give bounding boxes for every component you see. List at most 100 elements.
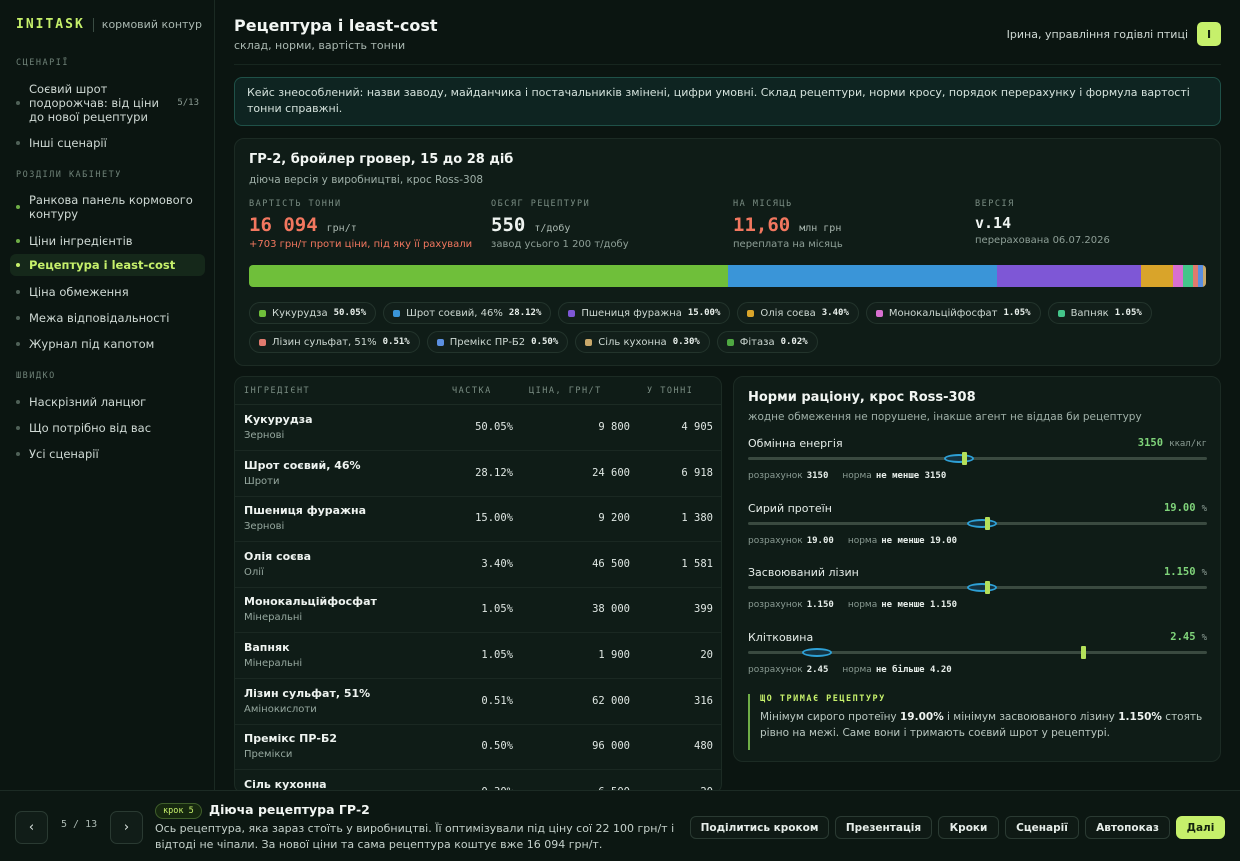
legend-swatch <box>875 309 883 317</box>
table-row[interactable]: Монокальційфосфат Мінеральні 1.05% 38 000 39… <box>235 587 721 634</box>
norm-value-number: 1.150 <box>1163 566 1196 578</box>
sidebar-item-other-scenarios[interactable]: Інші сценарії <box>10 132 205 154</box>
sidebar-item-end-to-end[interactable]: Наскрізний ланцюг <box>10 391 205 413</box>
sidebar-item-what-needed[interactable]: Що потрібно від вас <box>10 417 205 439</box>
main-content: Рецептура і least-cost склад, норми, вар… <box>215 0 1240 794</box>
legend-percent: 0.50% <box>531 337 559 347</box>
legend-item[interactable]: Шрот соєвий, 46% 28.12% <box>383 302 552 324</box>
ingredient-name: Кукурудза <box>244 413 313 426</box>
sidebar-item-all-scenarios[interactable]: Усі сценарії <box>10 443 205 465</box>
stat-ton-cost: ВАРТІСТЬ ТОННИ 16 094 грн/т +703 грн/т пр… <box>249 199 472 250</box>
ingredient-category: Мінеральні <box>244 612 303 624</box>
stat-note: завод усього 1 200 т/добу <box>491 239 629 250</box>
ingredient-name: Премікс ПР-Б2 <box>244 732 337 746</box>
sidebar-item-label: Журнал під капотом <box>29 337 155 351</box>
table-row[interactable]: Шрот соєвий, 46% Шроти 28.12% 24 600 6 918 <box>235 451 721 497</box>
sidebar-item-scenario[interactable]: Соєвий шрот подорожчав: від ціни до ново… <box>10 78 205 128</box>
norm-value-number: 3150 <box>1137 437 1164 449</box>
ingredient-category: Олії <box>244 566 264 578</box>
legend-swatch <box>1057 309 1065 317</box>
steps-button[interactable]: Кроки <box>938 816 999 839</box>
legend-item[interactable]: Вапняк 1.05% <box>1047 302 1152 324</box>
note-title: ЩО ТРИМАЄ РЕЦЕПТУРУ <box>760 694 886 704</box>
autoplay-button[interactable]: Автопоказ <box>1085 816 1170 839</box>
next-step-arrow-button[interactable]: › <box>110 811 143 844</box>
table-header: ІНГРЕДІЄНТ ЧАСТКА ЦІНА, ГРН/Т У ТОННІ <box>235 377 721 405</box>
page-title: Рецептура і least-cost <box>234 16 438 35</box>
scenarios-button[interactable]: Сценарії <box>1005 816 1079 839</box>
ingredient-per-ton: 480 <box>694 740 713 753</box>
calc-label: розрахунок <box>748 471 803 481</box>
calc-value: 19.00 <box>806 535 834 546</box>
legend-label: Лізин сульфат, 51% <box>272 336 377 348</box>
ingredient-price: 96 000 <box>592 740 630 753</box>
table-row[interactable]: Лізин сульфат, 51% Амінокислоти 0.51% 62 00… <box>235 679 721 725</box>
norms-card: Норми раціону, крос Ross-308 жодне обмеж… <box>733 376 1221 762</box>
legend-item[interactable]: Кукурудза 50.05% <box>249 302 377 324</box>
sidebar-item-label: Соєвий шрот подорожчав: від ціни до ново… <box>29 82 159 124</box>
composition-bar <box>249 265 1206 287</box>
legend-item[interactable]: Монокальційфосфат 1.05% <box>865 302 1041 324</box>
table-row[interactable]: Пшениця фуражна Зернові 15.00% 9 200 1 380 <box>235 496 721 543</box>
ingredient-price: 62 000 <box>592 694 630 707</box>
sidebar-item-constraint-price[interactable]: Ціна обмеження <box>10 281 205 303</box>
ingredient-share: 1.05% <box>481 649 513 661</box>
norm-limit: не менше 19.00 <box>881 535 958 546</box>
ingredient-name: Монокальційфосфат <box>244 595 377 609</box>
norm-value: 3150 ккал/кг <box>1138 437 1207 449</box>
share-step-button[interactable]: Поділитись кроком <box>690 816 829 839</box>
legend-percent: 1.05% <box>1003 308 1031 318</box>
presentation-button[interactable]: Презентація <box>835 816 932 839</box>
norm-limit: не більше 4.20 <box>875 664 952 675</box>
legend-item[interactable]: Сіль кухонна 0.30% <box>575 331 710 353</box>
legend-item[interactable]: Пшениця фуражна 15.00% <box>558 302 731 324</box>
sidebar-item-log[interactable]: Журнал під капотом <box>10 333 205 355</box>
next-button[interactable]: Далі <box>1176 816 1225 839</box>
sidebar: INITASK кормовий контур СЦЕНАРІЇ Соєвий … <box>0 0 215 790</box>
page-subtitle: склад, норми, вартість тонни <box>234 39 406 52</box>
sidebar-item-label: Ціни інгредієнтів <box>29 234 133 248</box>
sidebar-item-ingredient-prices[interactable]: Ціни інгредієнтів <box>10 230 205 252</box>
column-header-price: ЦІНА, ГРН/Т <box>529 386 602 396</box>
norm-footer: розрахунок 1.150 норма не менше 1.150 <box>748 600 971 610</box>
sidebar-item-label: Інші сценарії <box>29 136 107 150</box>
table-row[interactable]: Вапняк Мінеральні 1.05% 1 900 20 <box>235 633 721 679</box>
legend-item[interactable]: Лізин сульфат, 51% 0.51% <box>249 331 420 353</box>
sidebar-item-recipe-least-cost[interactable]: Рецептура і least-cost <box>10 254 205 276</box>
ingredients-table: ІНГРЕДІЄНТ ЧАСТКА ЦІНА, ГРН/Т У ТОННІ Ку… <box>234 376 722 794</box>
sidebar-item-morning-panel[interactable]: Ранкова панель кормового контуру <box>10 189 205 225</box>
avatar[interactable]: І <box>1197 22 1221 46</box>
table-row[interactable]: Премікс ПР-Б2 Премікси 0.50% 96 000 480 <box>235 724 721 771</box>
legend-swatch <box>259 309 266 317</box>
ingredient-per-ton: 20 <box>700 649 713 661</box>
ingredient-price: 9 800 <box>598 421 630 433</box>
sidebar-item-responsibility[interactable]: Межа відповідальності <box>10 307 205 329</box>
prev-step-button[interactable]: ‹ <box>15 811 48 844</box>
stat-label: ВЕРСІЯ <box>975 199 1015 209</box>
ingredient-per-ton: 1 581 <box>681 557 713 570</box>
section-label-cabinet: РОЗДІЛИ КАБІНЕТУ <box>16 170 122 180</box>
ingredient-category: Премікси <box>244 749 293 761</box>
user-menu[interactable]: Ірина, управління годівлі птиці І <box>1007 22 1221 46</box>
table-row[interactable]: Олія соєва Олії 3.40% 46 500 1 581 <box>235 542 721 588</box>
bullet-icon <box>16 290 20 294</box>
bullet-icon <box>16 426 20 430</box>
stat-note: перерахована 06.07.2026 <box>975 235 1110 246</box>
composition-segment <box>1183 265 1194 287</box>
legend-percent: 1.05% <box>1114 308 1142 318</box>
ingredient-per-ton: 1 380 <box>681 512 713 525</box>
norm-value-number: 19.00 <box>1163 501 1196 514</box>
step-badge: крок 5 <box>155 803 202 819</box>
legend-label: Монокальційфосфат <box>888 307 998 319</box>
legend-item[interactable]: Премікс ПР-Б2 0.50% <box>426 331 569 353</box>
norm-label: норма <box>842 471 872 481</box>
ingredient-share: 3.40% <box>481 557 513 570</box>
stat-note: +703 грн/т проти ціни, під яку її рахува… <box>249 239 473 250</box>
table-row[interactable]: Кукурудза Зернові 50.05% 9 800 4 905 <box>235 405 721 451</box>
norm-limit: не менше 1.150 <box>881 600 958 610</box>
legend-item[interactable]: Олія соєва 3.40% <box>737 302 859 324</box>
norm-name: Сирий протеїн <box>748 501 832 515</box>
legend-swatch <box>393 309 401 317</box>
norm-track <box>748 452 1207 465</box>
legend-item[interactable]: Фітаза 0.02% <box>716 331 818 353</box>
